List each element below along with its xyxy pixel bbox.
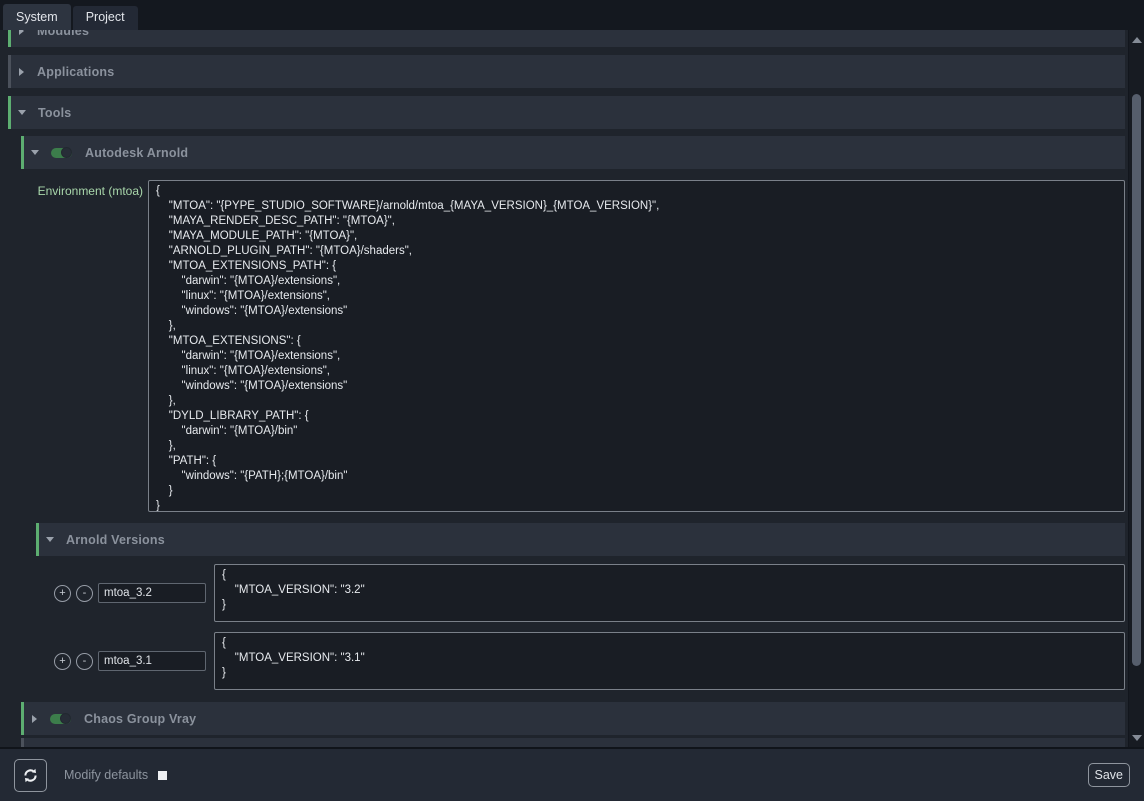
settings-content: Modules Applications Tools Autodesk Arno…	[0, 30, 1128, 747]
scroll-down-button[interactable]	[1129, 730, 1144, 745]
section-header-modules[interactable]: Modules	[8, 30, 1125, 47]
version-row-controls: + -	[36, 651, 210, 671]
section-header-autodesk-arnold[interactable]: Autodesk Arnold	[21, 136, 1125, 169]
chevron-right-icon	[19, 68, 24, 76]
environment-row: Environment (mtoa) { "MTOA": "{PYPE_STUD…	[21, 180, 1125, 512]
version-json-editor[interactable]: { "MTOA_VERSION": "3.2" }	[214, 564, 1125, 622]
footer-bar: Modify defaults Save	[0, 747, 1144, 801]
toggle-knob	[61, 147, 72, 158]
scrollbar-thumb[interactable]	[1132, 94, 1141, 666]
section-header-applications[interactable]: Applications	[8, 55, 1125, 88]
arnold-version-row: + - { "MTOA_VERSION": "3.2" }	[36, 564, 1125, 622]
refresh-icon	[22, 767, 39, 784]
section-label: Tools	[38, 106, 71, 120]
toggle-knob	[60, 713, 71, 724]
version-row-controls: + -	[36, 583, 210, 603]
environment-json-editor[interactable]: { "MTOA": "{PYPE_STUDIO_SOFTWARE}/arnold…	[148, 180, 1125, 512]
triangle-down-icon	[1132, 735, 1142, 741]
add-version-button[interactable]: +	[54, 653, 71, 670]
section-header-arnold-versions[interactable]: Arnold Versions	[36, 523, 1125, 556]
modify-defaults-checkbox[interactable]	[158, 771, 167, 780]
modify-defaults-label: Modify defaults	[64, 768, 148, 782]
chevron-down-icon	[18, 110, 26, 115]
vertical-scrollbar[interactable]	[1128, 30, 1144, 747]
section-header-chaos-group-vray[interactable]: Chaos Group Vray	[21, 702, 1125, 735]
section-header-partial[interactable]	[21, 738, 1125, 747]
add-version-button[interactable]: +	[54, 585, 71, 602]
vray-enabled-toggle[interactable]	[50, 714, 71, 724]
tab-bar: System Project	[0, 0, 1144, 30]
version-key-input[interactable]	[98, 651, 206, 671]
section-header-tools[interactable]: Tools	[8, 96, 1125, 129]
triangle-up-icon	[1132, 37, 1142, 43]
remove-version-button[interactable]: -	[76, 653, 93, 670]
scroll-up-button[interactable]	[1129, 32, 1144, 47]
chevron-right-icon	[19, 30, 24, 35]
chevron-down-icon	[46, 537, 54, 542]
section-label: Arnold Versions	[66, 533, 165, 547]
arnold-version-row: + - { "MTOA_VERSION": "3.1" }	[36, 632, 1125, 690]
tab-project[interactable]: Project	[73, 6, 138, 30]
arnold-enabled-toggle[interactable]	[51, 148, 72, 158]
refresh-button[interactable]	[14, 759, 47, 792]
remove-version-button[interactable]: -	[76, 585, 93, 602]
section-label: Chaos Group Vray	[84, 712, 196, 726]
chevron-right-icon	[32, 715, 37, 723]
section-label: Autodesk Arnold	[85, 146, 188, 160]
chevron-down-icon	[31, 150, 39, 155]
tab-system[interactable]: System	[3, 4, 71, 30]
version-key-input[interactable]	[98, 583, 206, 603]
environment-label: Environment (mtoa)	[21, 180, 148, 512]
save-button[interactable]: Save	[1088, 763, 1131, 787]
section-label: Modules	[37, 30, 89, 38]
section-label: Applications	[37, 65, 114, 79]
settings-window: System Project Modules Applications Tool…	[0, 0, 1144, 801]
settings-viewport: Modules Applications Tools Autodesk Arno…	[0, 30, 1144, 747]
version-json-editor[interactable]: { "MTOA_VERSION": "3.1" }	[214, 632, 1125, 690]
